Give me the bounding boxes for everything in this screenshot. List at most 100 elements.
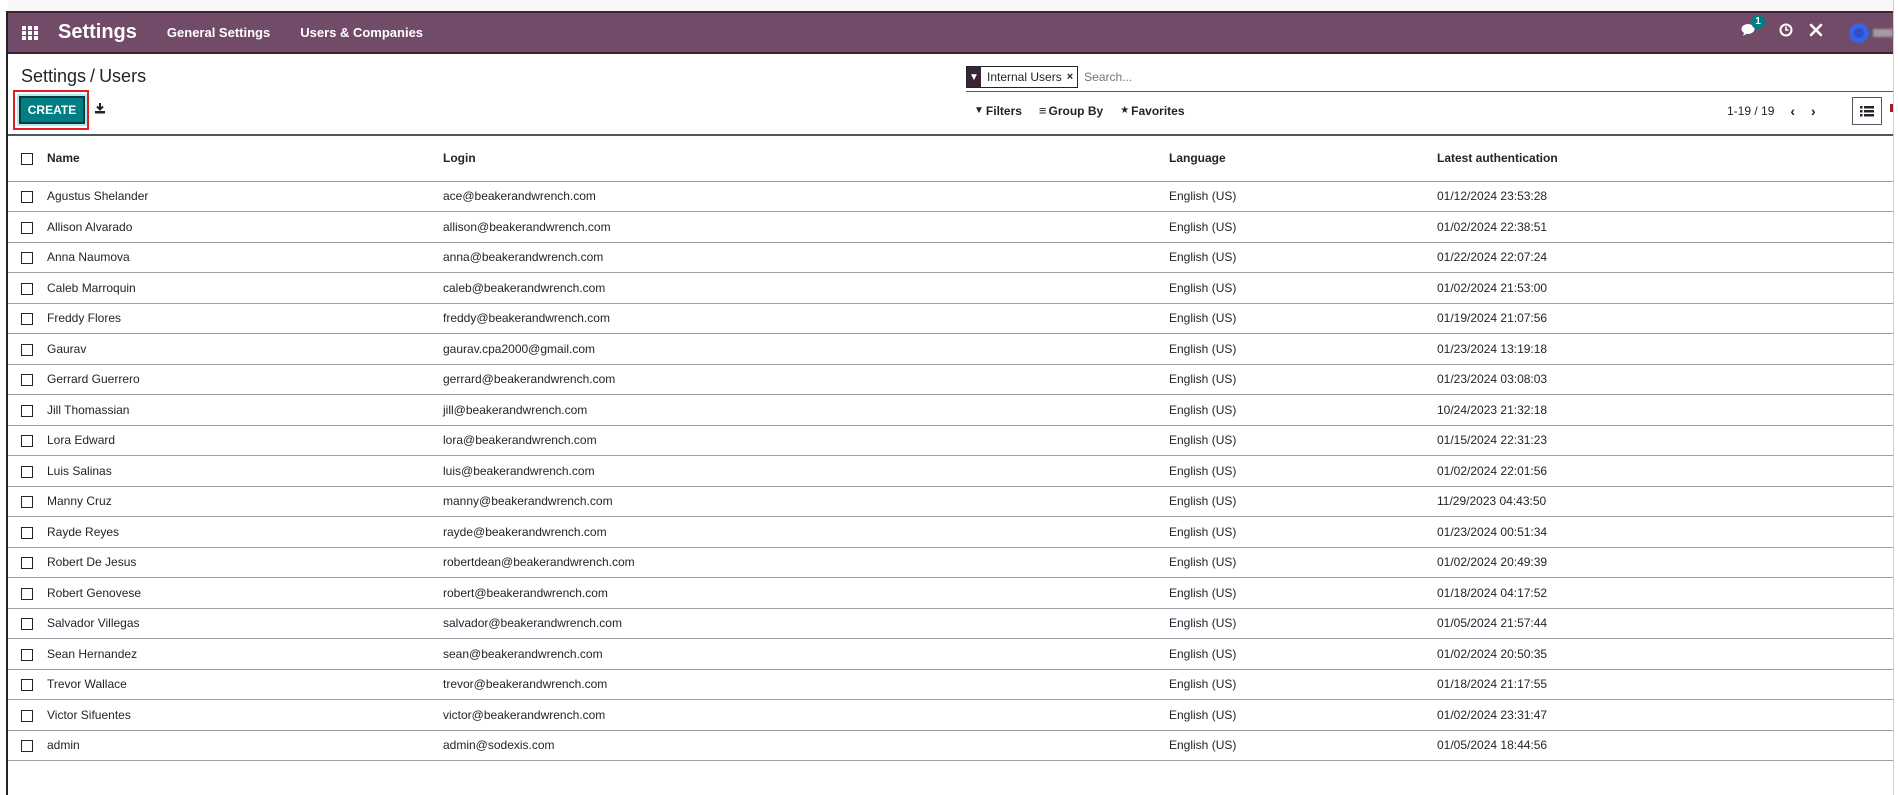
- cell-name[interactable]: Trevor Wallace: [47, 669, 443, 700]
- cell-latest-authentication[interactable]: 01/02/2024 20:49:39: [1437, 547, 1893, 578]
- cell-language[interactable]: English (US): [1169, 639, 1437, 670]
- cell-language[interactable]: English (US): [1169, 486, 1437, 517]
- cell-language[interactable]: English (US): [1169, 242, 1437, 273]
- cell-latest-authentication[interactable]: 01/23/2024 03:08:03: [1437, 364, 1893, 395]
- cell-latest-authentication[interactable]: 01/12/2024 23:53:28: [1437, 181, 1893, 212]
- cell-language[interactable]: English (US): [1169, 456, 1437, 487]
- cell-language[interactable]: English (US): [1169, 700, 1437, 731]
- user-avatar[interactable]: [1849, 22, 1869, 43]
- column-header-latest-authentication[interactable]: Latest authentication: [1437, 135, 1893, 181]
- pager-previous-chevron-left-icon[interactable]: ‹: [1790, 103, 1795, 119]
- other-views-button-partial[interactable]: [1890, 104, 1893, 112]
- column-header-login[interactable]: Login: [443, 135, 1169, 181]
- row-checkbox[interactable]: [21, 496, 33, 509]
- table-row[interactable]: Salvador Villegas salvador@beakerandwrenc…: [8, 608, 1893, 639]
- cell-name[interactable]: Robert De Jesus: [47, 547, 443, 578]
- filters-dropdown[interactable]: ▼ Filters: [974, 104, 1022, 118]
- cell-latest-authentication[interactable]: 01/02/2024 22:01:56: [1437, 456, 1893, 487]
- cell-latest-authentication[interactable]: 11/29/2023 04:43:50: [1437, 486, 1893, 517]
- cell-name[interactable]: Gerrard Guerrero: [47, 364, 443, 395]
- cell-latest-authentication[interactable]: 01/02/2024 21:53:00: [1437, 273, 1893, 304]
- cell-login[interactable]: ace@beakerandwrench.com: [443, 181, 1169, 212]
- pager-next-chevron-right-icon[interactable]: ›: [1811, 103, 1816, 119]
- user-name-blurred[interactable]: [1873, 28, 1893, 37]
- cell-name[interactable]: Robert Genovese: [47, 578, 443, 609]
- cell-language[interactable]: English (US): [1169, 608, 1437, 639]
- row-checkbox[interactable]: [21, 557, 33, 570]
- row-checkbox[interactable]: [21, 282, 33, 295]
- app-title[interactable]: Settings: [58, 21, 137, 44]
- cell-login[interactable]: robert@beakerandwrench.com: [443, 578, 1169, 609]
- cell-latest-authentication[interactable]: 01/15/2024 22:31:23: [1437, 425, 1893, 456]
- apps-menu-grid-icon[interactable]: [22, 25, 40, 40]
- table-row[interactable]: Lora Edward lora@beakerandwrench.com Engli…: [8, 425, 1893, 456]
- cell-login[interactable]: rayde@beakerandwrench.com: [443, 517, 1169, 548]
- cell-latest-authentication[interactable]: 01/05/2024 18:44:56: [1437, 730, 1893, 761]
- cell-login[interactable]: caleb@beakerandwrench.com: [443, 273, 1169, 304]
- cell-latest-authentication[interactable]: 01/02/2024 23:31:47: [1437, 700, 1893, 731]
- cell-login[interactable]: jill@beakerandwrench.com: [443, 395, 1169, 426]
- cell-latest-authentication[interactable]: 10/24/2023 21:32:18: [1437, 395, 1893, 426]
- cell-latest-authentication[interactable]: 01/02/2024 22:38:51: [1437, 212, 1893, 243]
- cell-login[interactable]: lora@beakerandwrench.com: [443, 425, 1169, 456]
- row-checkbox[interactable]: [21, 740, 33, 753]
- cell-name[interactable]: Caleb Marroquin: [47, 273, 443, 304]
- row-checkbox[interactable]: [21, 191, 33, 204]
- cell-login[interactable]: sean@beakerandwrench.com: [443, 639, 1169, 670]
- row-checkbox[interactable]: [21, 618, 33, 631]
- cell-login[interactable]: manny@beakerandwrench.com: [443, 486, 1169, 517]
- cell-login[interactable]: victor@beakerandwrench.com: [443, 700, 1169, 731]
- cell-language[interactable]: English (US): [1169, 517, 1437, 548]
- row-checkbox[interactable]: [21, 221, 33, 234]
- table-row[interactable]: Caleb Marroquin caleb@beakerandwrench.com…: [8, 273, 1893, 304]
- cell-language[interactable]: English (US): [1169, 212, 1437, 243]
- row-checkbox[interactable]: [21, 435, 33, 448]
- cell-login[interactable]: luis@beakerandwrench.com: [443, 456, 1169, 487]
- cell-name[interactable]: Victor Sifuentes: [47, 700, 443, 731]
- cell-login[interactable]: allison@beakerandwrench.com: [443, 212, 1169, 243]
- pager-value[interactable]: 1-19 / 19: [1727, 104, 1774, 118]
- search-input[interactable]: [1082, 69, 1687, 85]
- cell-name[interactable]: Salvador Villegas: [47, 608, 443, 639]
- activity-clock-icon[interactable]: [1779, 23, 1793, 42]
- create-button[interactable]: CREATE: [19, 96, 85, 124]
- row-checkbox[interactable]: [21, 343, 33, 356]
- table-row[interactable]: admin admin@sodexis.com English (US) 01/05/…: [8, 730, 1893, 761]
- favorites-dropdown[interactable]: ★ Favorites: [1120, 104, 1184, 118]
- cell-language[interactable]: English (US): [1169, 273, 1437, 304]
- cell-language[interactable]: English (US): [1169, 334, 1437, 365]
- cell-login[interactable]: admin@sodexis.com: [443, 730, 1169, 761]
- cell-login[interactable]: salvador@beakerandwrench.com: [443, 608, 1169, 639]
- cell-name[interactable]: Jill Thomassian: [47, 395, 443, 426]
- table-row[interactable]: Robert De Jesus robertdean@beakerandwrenc…: [8, 547, 1893, 578]
- cell-login[interactable]: anna@beakerandwrench.com: [443, 242, 1169, 273]
- debug-tools-icon[interactable]: [1809, 23, 1823, 42]
- cell-name[interactable]: Agustus Shelander: [47, 181, 443, 212]
- table-row[interactable]: Rayde Reyes rayde@beakerandwrench.com Engl…: [8, 517, 1893, 548]
- cell-language[interactable]: English (US): [1169, 364, 1437, 395]
- cell-name[interactable]: admin: [47, 730, 443, 761]
- row-checkbox[interactable]: [21, 648, 33, 661]
- cell-name[interactable]: Anna Naumova: [47, 242, 443, 273]
- row-checkbox[interactable]: [21, 465, 33, 478]
- row-checkbox[interactable]: [21, 679, 33, 692]
- table-row[interactable]: Gaurav gaurav.cpa2000@gmail.com English (U…: [8, 334, 1893, 365]
- cell-language[interactable]: English (US): [1169, 669, 1437, 700]
- cell-latest-authentication[interactable]: 01/18/2024 04:17:52: [1437, 578, 1893, 609]
- cell-name[interactable]: Rayde Reyes: [47, 517, 443, 548]
- cell-name[interactable]: Sean Hernandez: [47, 639, 443, 670]
- table-row[interactable]: Robert Genovese robert@beakerandwrench.co…: [8, 578, 1893, 609]
- cell-login[interactable]: gerrard@beakerandwrench.com: [443, 364, 1169, 395]
- table-row[interactable]: Victor Sifuentes victor@beakerandwrench.c…: [8, 700, 1893, 731]
- list-view-button[interactable]: [1852, 97, 1882, 125]
- cell-latest-authentication[interactable]: 01/23/2024 00:51:34: [1437, 517, 1893, 548]
- table-row[interactable]: Allison Alvarado allison@beakerandwrench.…: [8, 212, 1893, 243]
- cell-language[interactable]: English (US): [1169, 181, 1437, 212]
- table-row[interactable]: Jill Thomassian jill@beakerandwrench.com E…: [8, 395, 1893, 426]
- table-row[interactable]: Luis Salinas luis@beakerandwrench.com Engl…: [8, 456, 1893, 487]
- row-checkbox[interactable]: [21, 587, 33, 600]
- cell-language[interactable]: English (US): [1169, 425, 1437, 456]
- cell-login[interactable]: freddy@beakerandwrench.com: [443, 303, 1169, 334]
- cell-latest-authentication[interactable]: 01/22/2024 22:07:24: [1437, 242, 1893, 273]
- cell-name[interactable]: Luis Salinas: [47, 456, 443, 487]
